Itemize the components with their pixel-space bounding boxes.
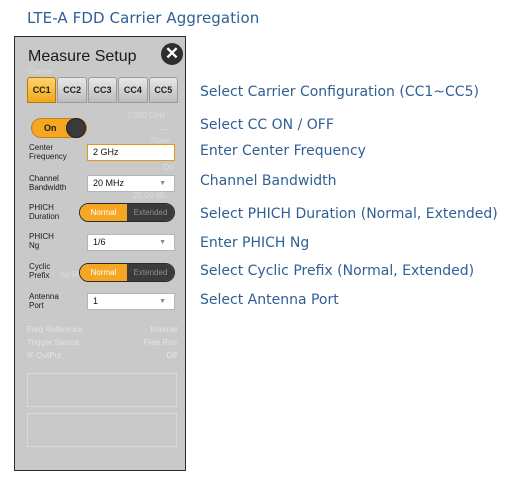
cyclic-prefix-label: Cyclic Prefix <box>29 262 51 280</box>
tab-cc2[interactable]: CC2 <box>57 77 87 103</box>
tab-cc4[interactable]: CC4 <box>118 77 148 103</box>
phich-duration-label: PHICH Duration <box>29 203 60 221</box>
ghost-on-hint: On <box>163 163 174 172</box>
channel-bandwidth-value: 20 MHz <box>93 178 125 188</box>
empty-section <box>27 373 177 407</box>
ghost-carrier-hint: Carrier <box>28 67 53 76</box>
channel-bandwidth-dropdown[interactable]: 20 MHz ▼ <box>87 175 175 192</box>
antenna-port-dropdown[interactable]: 1 ▼ <box>87 293 175 310</box>
freq-reference-row: Freq Reference Internal <box>27 325 177 334</box>
desc-channel-bandwidth: Channel Bandwidth <box>200 173 337 189</box>
desc-carrier-configuration: Select Carrier Configuration (CC1~CC5) <box>200 84 479 100</box>
chevron-down-icon: ▼ <box>159 298 166 305</box>
channel-bandwidth-label: Channel Bandwidth <box>29 174 67 192</box>
desc-antenna-port: Select Antenna Port <box>200 292 339 308</box>
carrier-tabs: CC1 CC2 CC3 CC4 CC5 <box>27 77 179 105</box>
phich-duration-switch: Normal Extended <box>79 203 175 222</box>
desc-center-frequency: Enter Center Frequency <box>200 143 366 159</box>
chevron-down-icon: ▼ <box>159 239 166 246</box>
cc-on-off-label: On <box>44 123 57 133</box>
cyclic-prefix-switch: Normal Extended <box>79 263 175 282</box>
tab-cc3[interactable]: CC3 <box>87 77 118 103</box>
phich-ng-value: 1/6 <box>93 237 106 247</box>
panel-title: Measure Setup <box>28 48 137 65</box>
close-button[interactable]: ✕ <box>161 43 183 65</box>
document-title: LTE-A FDD Carrier Aggregation <box>27 9 260 27</box>
cyclic-prefix-normal[interactable]: Normal <box>80 264 127 281</box>
dimmed-settings: Freq Reference Internal Trigger Source Fre… <box>27 317 177 371</box>
phich-ng-dropdown[interactable]: 1/6 ▼ <box>87 234 175 251</box>
center-frequency-label: Center Frequency <box>29 143 67 161</box>
phich-ng-label: PHICH Ng <box>29 232 54 250</box>
trigger-source-row: Trigger Source Free Run <box>27 338 177 347</box>
tab-cc1[interactable]: CC1 <box>27 77 57 103</box>
empty-section <box>27 413 177 447</box>
close-icon: ✕ <box>164 44 180 63</box>
antenna-port-value: 1 <box>93 296 99 306</box>
desc-cc-on-off: Select CC ON / OFF <box>200 117 334 133</box>
chevron-down-icon: ▼ <box>159 180 166 187</box>
ghost-bw-hint: 20.00 dB <box>133 191 166 200</box>
desc-phich-duration: Select PHICH Duration (Normal, Extended) <box>200 206 498 222</box>
cyclic-prefix-extended[interactable]: Extended <box>127 264 174 281</box>
measure-setup-panel: Measure Setup ✕ Carrier CC1 CC2 CC3 CC4 … <box>14 36 186 471</box>
phich-duration-normal[interactable]: Normal <box>80 204 127 221</box>
center-frequency-input[interactable]: 2 GHz <box>87 144 175 161</box>
desc-cyclic-prefix: Select Cyclic Prefix (Normal, Extended) <box>200 263 475 279</box>
antenna-port-label: Antenna Port <box>29 292 59 310</box>
ghost-dash-hint: — <box>160 125 168 134</box>
if-output-row: IF OutPut Off <box>27 351 177 360</box>
toggle-knob <box>66 118 86 138</box>
desc-phich-ng: Enter PHICH Ng <box>200 235 310 251</box>
ghost-freq-hint: 2.000 GHz <box>127 111 166 120</box>
cc-on-off-toggle[interactable]: On <box>31 118 87 138</box>
phich-duration-extended[interactable]: Extended <box>127 204 174 221</box>
tab-cc5[interactable]: CC5 <box>148 77 179 103</box>
